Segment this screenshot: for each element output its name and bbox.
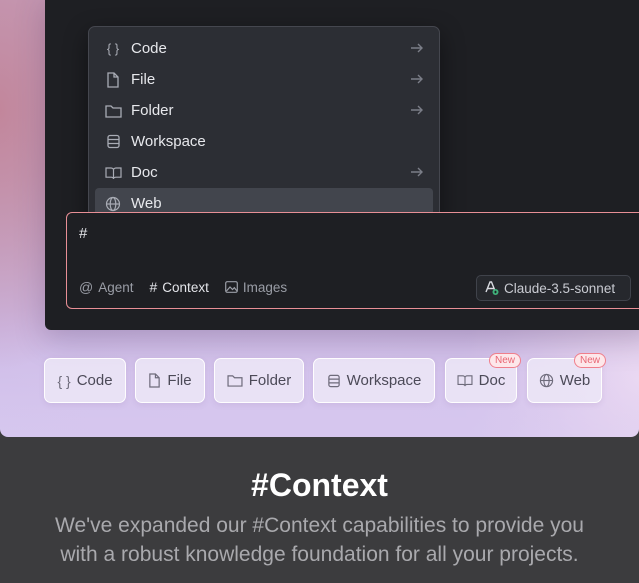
menu-item-label: Code <box>131 40 167 57</box>
description-line: We've expanded our #Context capabilities… <box>55 514 584 537</box>
chip-label: Code <box>76 372 113 389</box>
hash-icon: # <box>149 279 158 295</box>
hero-panel: { } Code File Folder Workspace Doc Web #… <box>0 0 639 437</box>
file-icon <box>148 373 161 388</box>
menu-item-label: File <box>131 71 156 88</box>
menu-item-folder[interactable]: Folder <box>95 95 433 126</box>
model-label: Claude-3.5-sonnet <box>504 280 616 296</box>
images-label: Images <box>242 279 288 295</box>
chip-folder[interactable]: Folder <box>214 358 304 403</box>
input-text: # <box>79 225 88 242</box>
arrow-right-icon <box>411 105 423 115</box>
menu-item-label: Web <box>131 195 162 212</box>
model-selector[interactable]: Claude-3.5-sonnet <box>476 275 631 301</box>
chat-input[interactable]: # @ Agent # Context Images Claude-3.5-so… <box>66 212 639 309</box>
new-badge: New <box>488 353 521 368</box>
image-icon <box>224 281 238 293</box>
arrow-right-icon <box>411 74 423 84</box>
context-chips: { } Code File Folder Workspace Doc New W… <box>0 353 639 404</box>
agent-button[interactable]: @ Agent <box>79 279 134 295</box>
new-badge: New <box>573 353 606 368</box>
chip-code[interactable]: { } Code <box>44 358 126 403</box>
braces-icon: { } <box>57 372 71 389</box>
description-line: with a robust knowledge foundation for a… <box>60 543 579 566</box>
book-icon <box>457 374 473 387</box>
feature-title: #Context <box>251 467 388 503</box>
context-menu: { } Code File Folder Workspace Doc Web <box>88 26 440 224</box>
context-label: Context <box>162 279 209 295</box>
chip-label: File <box>167 372 192 389</box>
chip-label: Workspace <box>346 372 422 389</box>
menu-item-workspace[interactable]: Workspace <box>95 126 433 157</box>
globe-icon <box>104 195 122 213</box>
chip-label: Folder <box>248 372 292 389</box>
workspace-icon <box>327 374 341 388</box>
input-toolbar: @ Agent # Context Images <box>79 279 303 295</box>
agent-label: Agent <box>98 279 134 295</box>
chip-file[interactable]: File <box>135 358 205 403</box>
chip-workspace[interactable]: Workspace <box>313 358 435 403</box>
chip-web[interactable]: Web New <box>527 353 606 403</box>
model-icon <box>484 280 500 296</box>
menu-item-file[interactable]: File <box>95 64 433 95</box>
menu-item-doc[interactable]: Doc <box>95 157 433 188</box>
book-icon <box>104 164 122 182</box>
workspace-icon <box>104 133 122 151</box>
globe-icon <box>539 373 554 388</box>
at-icon: @ <box>79 279 94 295</box>
folder-icon <box>104 102 122 120</box>
braces-icon: { } <box>106 41 120 56</box>
feature-description: We've expanded our #Context capabilities… <box>0 511 639 569</box>
menu-item-code[interactable]: { } Code <box>95 33 433 64</box>
file-icon <box>104 71 122 89</box>
chip-label: Web <box>559 372 591 389</box>
chip-label: Doc <box>478 372 506 389</box>
images-button[interactable]: Images <box>224 279 288 295</box>
arrow-right-icon <box>411 167 423 177</box>
context-button[interactable]: # Context <box>150 279 209 295</box>
menu-item-label: Doc <box>131 164 158 181</box>
menu-item-label: Workspace <box>131 133 206 150</box>
chip-doc[interactable]: Doc New <box>445 353 521 403</box>
menu-item-label: Folder <box>131 102 174 119</box>
folder-icon <box>227 374 243 387</box>
arrow-right-icon <box>411 43 423 53</box>
